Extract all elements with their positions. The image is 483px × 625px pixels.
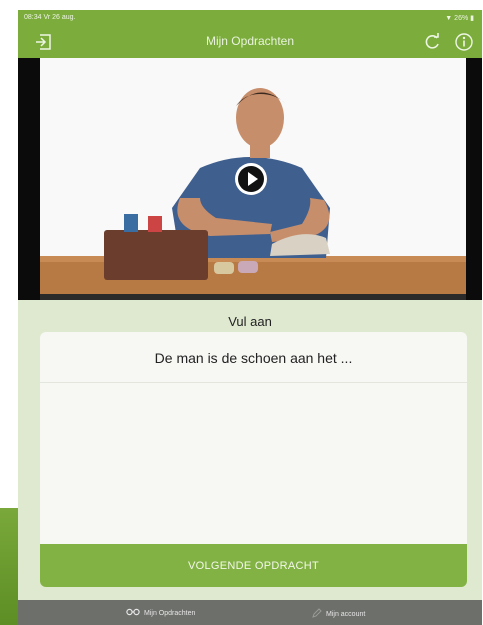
- battery-level: 26%: [454, 15, 469, 22]
- exercise-card: De man is de schoen aan het ... VOLGENDE…: [40, 332, 467, 587]
- status-bar: 08:34 Vr 26 aug. ▼ 26% ▮: [18, 10, 482, 26]
- tab-my-assignments[interactable]: Mijn Opdrachten: [126, 608, 195, 618]
- tab-label: Mijn Opdrachten: [144, 609, 196, 617]
- video-player[interactable]: [18, 58, 482, 300]
- tab-bar: Mijn Opdrachten Mijn account: [18, 600, 482, 625]
- glasses-icon: [126, 608, 140, 618]
- divider: [40, 382, 467, 383]
- app-window: 08:34 Vr 26 aug. ▼ 26% ▮ Mijn Opdrachten: [18, 10, 482, 625]
- background-decoration: [0, 508, 18, 625]
- pencil-icon: [312, 608, 322, 620]
- question-text: De man is de schoen aan het ...: [154, 350, 353, 366]
- battery-icon: ▮: [470, 15, 474, 22]
- info-icon[interactable]: [454, 32, 474, 57]
- tab-label: Mijn account: [326, 610, 366, 618]
- app-header: Mijn Opdrachten: [18, 26, 482, 58]
- tab-my-account[interactable]: Mijn account: [312, 608, 365, 620]
- wifi-icon: ▼: [445, 15, 453, 22]
- refresh-icon[interactable]: [422, 32, 442, 57]
- next-assignment-button[interactable]: VOLGENDE OPDRACHT: [40, 544, 467, 587]
- status-time: 08:34 Vr 26 aug.: [24, 14, 76, 21]
- exercise-heading: Vul aan: [228, 314, 272, 329]
- status-battery: ▼ 26% ▮: [445, 14, 474, 22]
- play-button[interactable]: [234, 162, 268, 196]
- page-title: Mijn Opdrachten: [205, 34, 295, 48]
